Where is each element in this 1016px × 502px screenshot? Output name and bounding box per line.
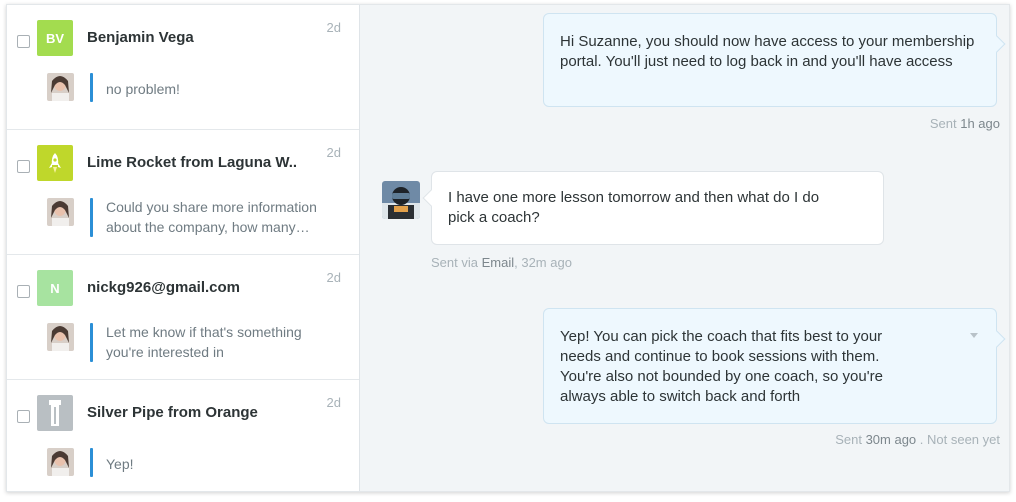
conversation-thread: Hi Suzanne, you should now have access t… [360,5,1009,491]
incoming-message: I have one more lesson tomorrow and then… [422,171,884,245]
message-text: Yep! You can pick the coach that fits be… [560,328,883,405]
conversation-age: 2d [326,270,341,285]
meta-time: 30m ago [865,432,917,447]
pipe-icon [37,395,73,431]
conversation-age: 2d [326,20,341,35]
message-text: Hi Suzanne, you should now have access t… [560,33,975,70]
meta-label: Sent via [431,255,478,270]
outgoing-message: Yep! You can pick the coach that fits be… [543,308,1006,424]
conversation-list: BV Benjamin Vega 2d no problem! Lime Roc… [7,5,360,491]
contact-avatar: BV [37,20,73,56]
meta-time: 1h ago [960,116,1000,131]
conversation-item[interactable]: Silver Pipe from Orange 2d Yep! [7,380,359,491]
conversation-age: 2d [326,145,341,160]
message-indicator-bar [90,198,93,237]
select-checkbox[interactable] [17,285,30,298]
meta-time: , 32m ago [514,255,572,270]
bubble-tail [422,189,440,207]
agent-avatar [47,73,74,101]
select-checkbox[interactable] [17,35,30,48]
conversation-item[interactable]: Lime Rocket from Laguna W.. 2d Could you… [7,130,359,255]
rocket-icon [37,145,73,181]
meta-label: Sent [835,432,862,447]
message-preview: Let me know if that's something you're i… [106,324,302,360]
contact-name: nickg926@gmail.com [87,279,241,296]
contact-name: Benjamin Vega [87,29,194,46]
message-meta: Sent 30m ago . Not seen yet [835,432,1000,447]
message-meta: Sent 1h ago [930,116,1000,131]
select-checkbox[interactable] [17,160,30,173]
conversation-item[interactable]: N nickg926@gmail.com 2d Let me know if t… [7,255,359,380]
conversation-item[interactable]: BV Benjamin Vega 2d no problem! [7,5,359,130]
meta-channel: Email [481,255,515,270]
message-meta: Sent via Email, 32m ago [431,255,572,270]
app-window: BV Benjamin Vega 2d no problem! Lime Roc… [6,4,1010,492]
message-preview: Yep! [106,456,134,472]
agent-avatar [47,198,74,226]
bubble-tail [988,35,1006,53]
agent-avatar [47,323,74,351]
outgoing-message: Hi Suzanne, you should now have access t… [543,13,1006,107]
customer-avatar [382,181,420,219]
conversation-age: 2d [326,395,341,410]
chevron-down-icon[interactable] [970,333,978,338]
message-indicator-bar [90,73,93,102]
contact-name: Lime Rocket from Laguna W.. [87,154,298,171]
meta-status: . Not seen yet [919,432,1000,447]
message-preview: no problem! [106,81,180,97]
agent-avatar [47,448,74,476]
contact-avatar: N [37,270,73,306]
contact-name: Silver Pipe from Orange [87,404,258,421]
message-indicator-bar [90,323,93,362]
message-text: I have one more lesson tomorrow and then… [448,189,820,226]
meta-label: Sent [929,116,957,131]
message-preview: Could you share more information about t… [106,199,317,235]
bubble-tail [988,330,1006,348]
select-checkbox[interactable] [17,410,30,423]
message-indicator-bar [90,448,93,477]
